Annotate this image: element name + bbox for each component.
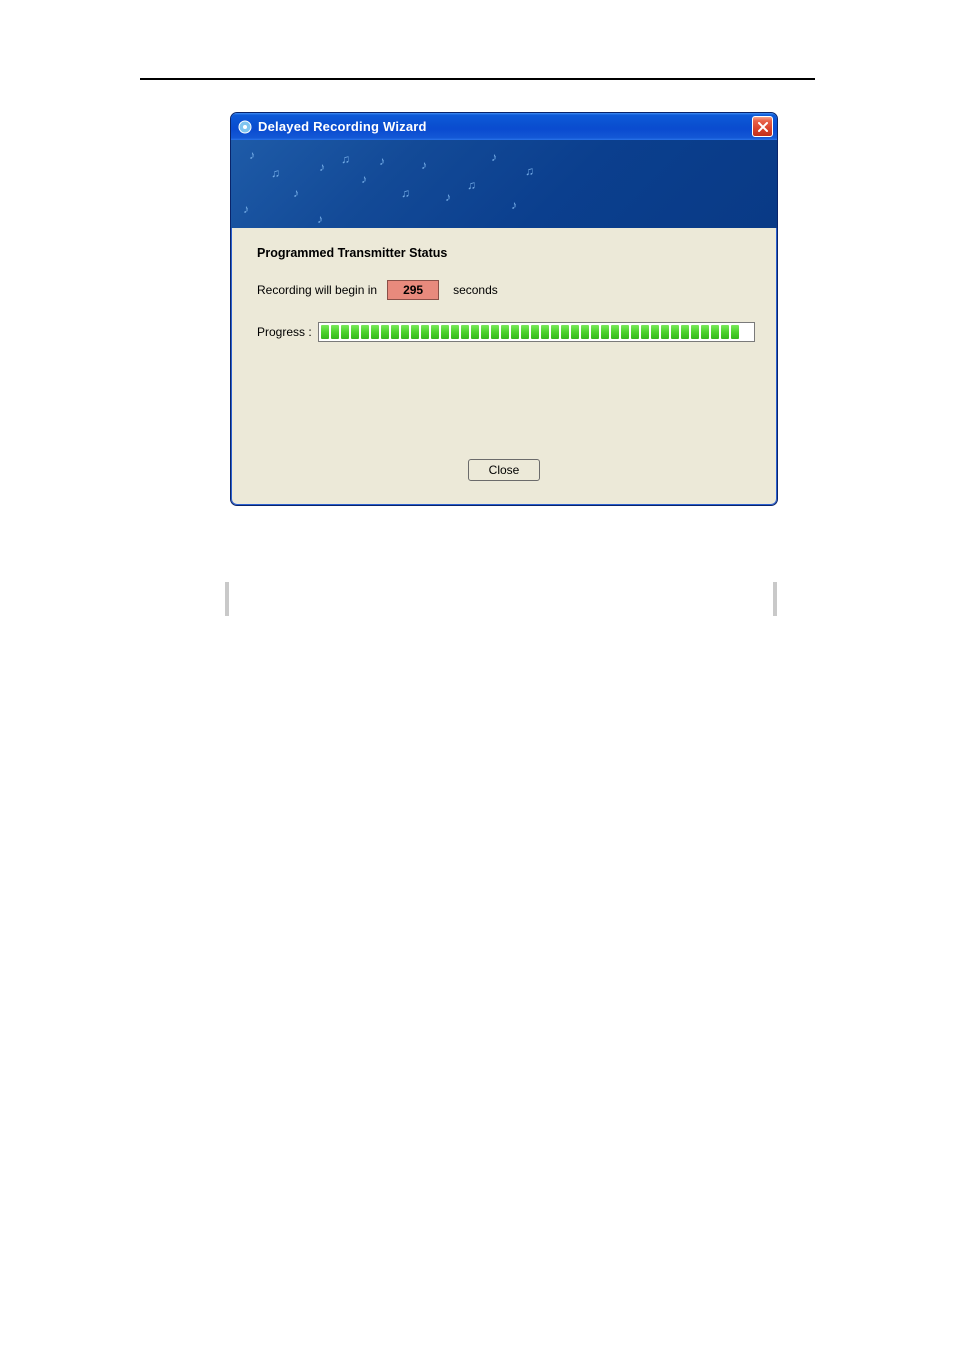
window-title: Delayed Recording Wizard xyxy=(258,119,752,134)
progress-segment xyxy=(371,325,379,339)
progress-segment xyxy=(611,325,619,339)
progress-segment xyxy=(461,325,469,339)
progress-segment xyxy=(541,325,549,339)
music-note-icon: ♪ xyxy=(293,186,305,198)
music-note-icon: ♪ xyxy=(445,190,457,202)
progress-segment xyxy=(521,325,529,339)
progress-segment xyxy=(351,325,359,339)
countdown-value: 295 xyxy=(387,280,439,300)
progress-segment xyxy=(471,325,479,339)
progress-segment xyxy=(661,325,669,339)
progress-segment xyxy=(651,325,659,339)
progress-segment xyxy=(641,325,649,339)
countdown-suffix: seconds xyxy=(453,283,498,297)
close-button[interactable] xyxy=(752,116,773,137)
progress-segment xyxy=(321,325,329,339)
progress-bar xyxy=(318,322,755,342)
music-note-icon: ♪ xyxy=(319,160,331,172)
music-note-icon: ♪ xyxy=(379,154,391,166)
section-title: Programmed Transmitter Status xyxy=(257,246,755,260)
music-note-icon: ♪ xyxy=(491,150,503,162)
progress-segment xyxy=(361,325,369,339)
progress-segment xyxy=(441,325,449,339)
app-icon xyxy=(237,119,253,135)
progress-segment xyxy=(681,325,689,339)
side-marker-left xyxy=(225,582,229,616)
dialog-body: Programmed Transmitter Status Recording … xyxy=(231,228,777,354)
progress-segment xyxy=(391,325,399,339)
close-dialog-button[interactable]: Close xyxy=(468,459,540,481)
progress-segment xyxy=(701,325,709,339)
music-note-icon: ♫ xyxy=(401,186,413,198)
music-note-icon: ♫ xyxy=(467,178,479,190)
countdown-prefix: Recording will begin in xyxy=(257,283,377,297)
progress-segment xyxy=(731,325,739,339)
progress-segment xyxy=(561,325,569,339)
delayed-recording-wizard-dialog: Delayed Recording Wizard ♪ ♫ ♪ ♪ ♫ ♪ ♪ ♫… xyxy=(230,112,778,506)
progress-segment xyxy=(421,325,429,339)
progress-segment xyxy=(601,325,609,339)
music-note-icon: ♪ xyxy=(243,202,255,214)
progress-segment xyxy=(341,325,349,339)
music-note-icon: ♪ xyxy=(361,172,373,184)
progress-segment xyxy=(621,325,629,339)
document-page: Delayed Recording Wizard ♪ ♫ ♪ ♪ ♫ ♪ ♪ ♫… xyxy=(0,0,954,1349)
music-note-icon: ♪ xyxy=(317,212,329,224)
progress-segment xyxy=(571,325,579,339)
progress-segment xyxy=(491,325,499,339)
progress-segment xyxy=(721,325,729,339)
progress-segment xyxy=(411,325,419,339)
music-note-icon: ♪ xyxy=(249,148,261,160)
horizontal-rule xyxy=(140,78,815,80)
dialog-footer: Close xyxy=(231,459,777,481)
progress-segment xyxy=(381,325,389,339)
progress-segment xyxy=(711,325,719,339)
close-icon xyxy=(758,122,768,132)
progress-segment xyxy=(451,325,459,339)
progress-segment xyxy=(431,325,439,339)
progress-segment xyxy=(551,325,559,339)
music-note-icon: ♫ xyxy=(271,166,283,178)
banner-image: ♪ ♫ ♪ ♪ ♫ ♪ ♪ ♫ ♪ ♪ ♫ ♪ ♪ ♫ ♪ ♪ xyxy=(231,140,777,228)
progress-segment xyxy=(331,325,339,339)
titlebar[interactable]: Delayed Recording Wizard xyxy=(231,113,777,140)
close-button-label: Close xyxy=(489,463,520,477)
music-note-icon: ♫ xyxy=(341,152,353,164)
progress-label: Progress : xyxy=(257,325,312,339)
music-note-icon: ♪ xyxy=(421,158,433,170)
progress-segment xyxy=(581,325,589,339)
progress-segment xyxy=(481,325,489,339)
progress-segment xyxy=(531,325,539,339)
music-note-icon: ♪ xyxy=(511,198,523,210)
progress-segment xyxy=(511,325,519,339)
progress-segment xyxy=(691,325,699,339)
progress-segment xyxy=(631,325,639,339)
progress-segment xyxy=(591,325,599,339)
progress-segment xyxy=(501,325,509,339)
progress-row: Progress : xyxy=(257,322,755,342)
progress-segment xyxy=(401,325,409,339)
side-marker-right xyxy=(773,582,777,616)
music-note-icon: ♫ xyxy=(525,164,537,176)
countdown-row: Recording will begin in 295 seconds xyxy=(257,280,755,300)
progress-segment xyxy=(671,325,679,339)
